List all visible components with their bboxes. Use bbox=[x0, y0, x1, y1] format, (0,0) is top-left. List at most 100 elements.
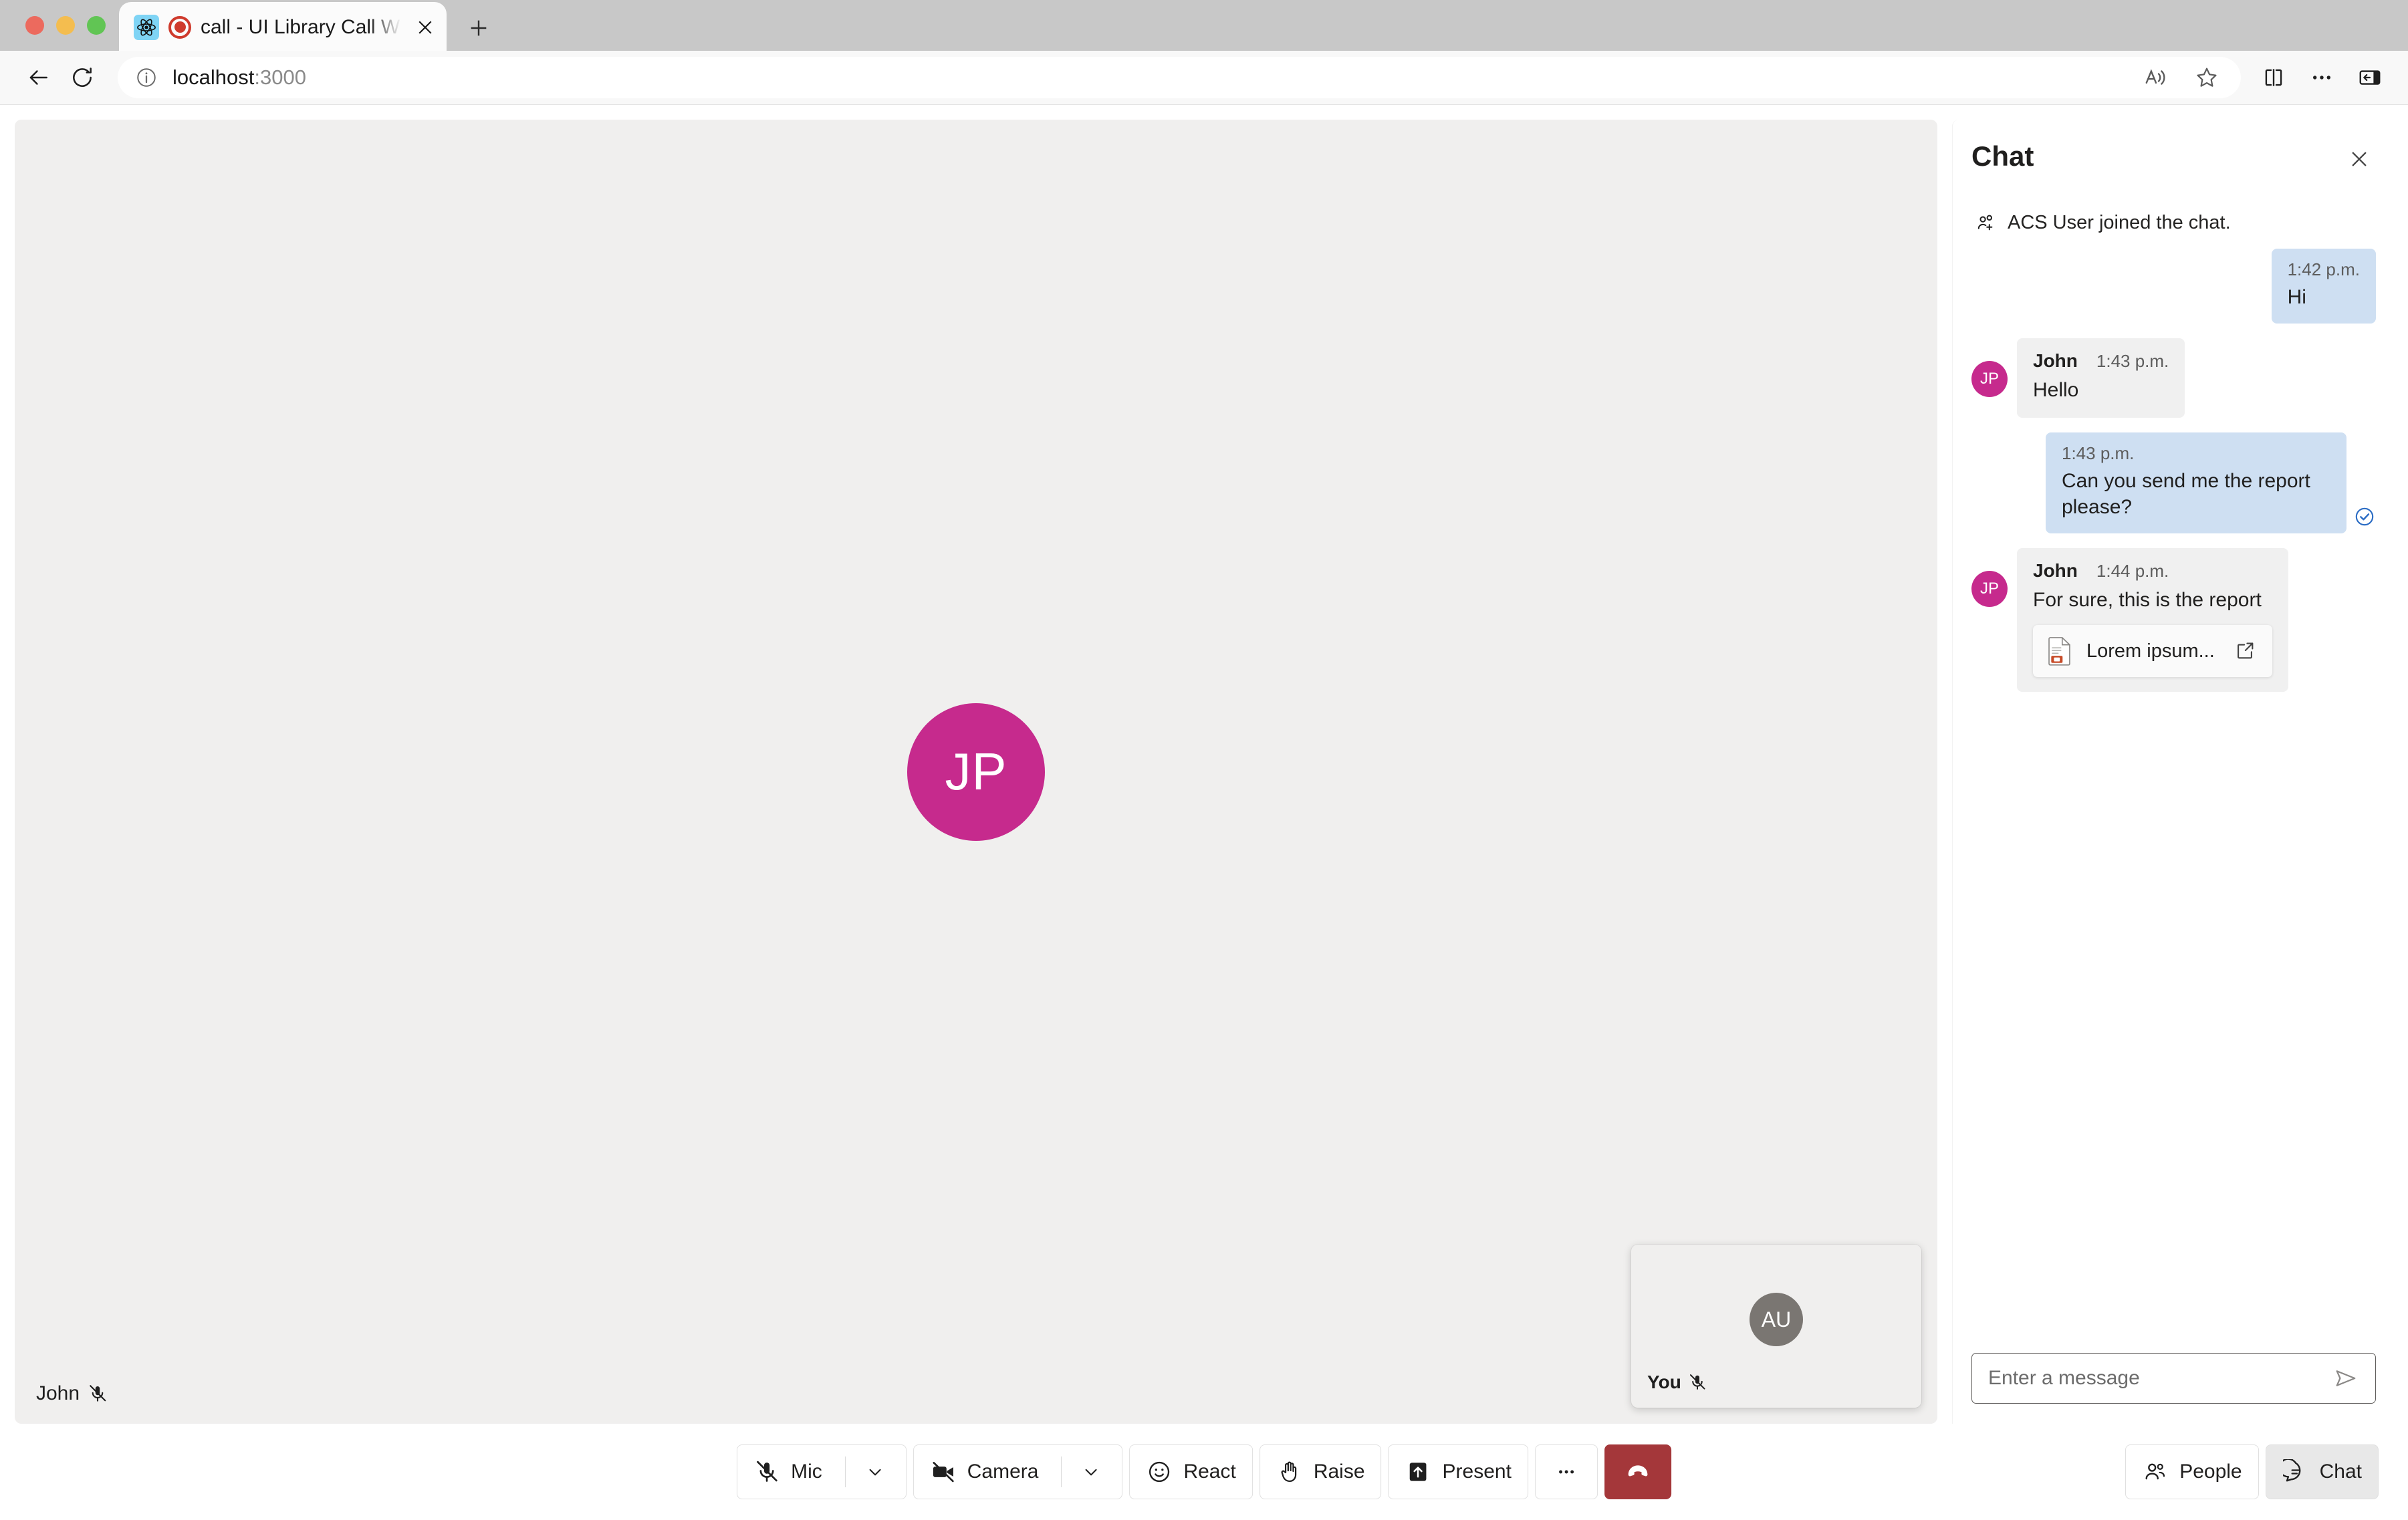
maximize-window-button[interactable] bbox=[87, 16, 106, 35]
react-logo-icon bbox=[134, 14, 159, 40]
local-video-tile[interactable]: AU You bbox=[1631, 1245, 1921, 1408]
tab-close-button[interactable] bbox=[410, 13, 440, 42]
reload-icon[interactable] bbox=[62, 57, 103, 98]
recording-icon[interactable] bbox=[168, 15, 191, 39]
video-gallery[interactable]: JP John AU You bbox=[15, 120, 1937, 1424]
message-sender: John bbox=[2033, 350, 2078, 371]
url-port: :3000 bbox=[254, 66, 306, 89]
attachment-file-name: Lorem ipsum... bbox=[2086, 640, 2215, 662]
close-icon[interactable] bbox=[2342, 142, 2376, 176]
message-input-container[interactable] bbox=[1971, 1353, 2376, 1404]
mic-off-icon bbox=[88, 1384, 108, 1404]
raise-hand-button-label: Raise bbox=[1313, 1461, 1365, 1483]
end-call-icon bbox=[1624, 1459, 1651, 1485]
more-horizontal-icon bbox=[1553, 1459, 1580, 1485]
message-bubble: 1:43 p.m. Can you send me the report ple… bbox=[2046, 432, 2346, 533]
split-screen-icon[interactable] bbox=[2253, 57, 2294, 98]
app-body: JP John AU You Chat ACS User joined the … bbox=[15, 120, 2393, 1424]
emoji-smile-icon bbox=[1146, 1459, 1173, 1485]
react-button[interactable]: React bbox=[1129, 1444, 1253, 1499]
raise-hand-icon bbox=[1276, 1459, 1303, 1485]
browser-toolbar: localhost:3000 bbox=[0, 51, 2408, 104]
remote-participant-label: John bbox=[29, 1378, 114, 1409]
chat-panel: Chat ACS User joined the chat. 1:42 p.m.… bbox=[1952, 120, 2393, 1424]
browser-window: call - UI Library Call With C bbox=[0, 0, 2408, 1520]
react-button-label: React bbox=[1183, 1461, 1236, 1483]
message-timestamp: 1:44 p.m. bbox=[2096, 561, 2169, 581]
call-controls-right: People Chat bbox=[2125, 1444, 2379, 1499]
mic-off-icon bbox=[753, 1459, 780, 1485]
message-text: Hi bbox=[2287, 286, 2306, 308]
address-bar-url: localhost:3000 bbox=[172, 66, 2121, 90]
minimize-window-button[interactable] bbox=[56, 16, 75, 35]
more-options-button[interactable] bbox=[1534, 1444, 1598, 1499]
message-input[interactable] bbox=[1988, 1367, 2324, 1390]
back-arrow-icon[interactable] bbox=[17, 57, 59, 98]
mic-off-icon bbox=[1688, 1373, 1707, 1392]
present-button-label: Present bbox=[1442, 1461, 1512, 1483]
mic-button[interactable]: Mic bbox=[737, 1444, 907, 1499]
favorite-star-icon[interactable] bbox=[2186, 57, 2228, 98]
close-window-button[interactable] bbox=[25, 16, 44, 35]
address-bar[interactable]: localhost:3000 bbox=[118, 57, 2241, 98]
avatar: JP bbox=[1971, 571, 2008, 607]
chat-button[interactable]: Chat bbox=[2265, 1444, 2379, 1499]
people-button[interactable]: People bbox=[2125, 1444, 2259, 1499]
present-button[interactable]: Present bbox=[1388, 1444, 1528, 1499]
message-meta: John 1:44 p.m. bbox=[2033, 560, 2272, 582]
remote-participant-avatar: JP bbox=[907, 703, 1045, 841]
read-aloud-icon[interactable] bbox=[2135, 57, 2177, 98]
camera-button-label: Camera bbox=[967, 1461, 1039, 1483]
message-text: For sure, this is the report bbox=[2033, 589, 2262, 611]
chat-panel-footer bbox=[1953, 1342, 2393, 1424]
camera-off-icon bbox=[930, 1459, 957, 1485]
browser-titlebar: call - UI Library Call With C bbox=[0, 0, 2408, 52]
window-traffic-lights bbox=[25, 16, 106, 35]
chat-message-list[interactable]: ACS User joined the chat. 1:42 p.m. Hi J… bbox=[1953, 180, 2393, 1342]
toolbar-right-actions bbox=[2253, 57, 2391, 98]
browser-tab[interactable]: call - UI Library Call With C bbox=[119, 2, 447, 52]
mic-button-label: Mic bbox=[791, 1461, 822, 1483]
avatar: JP bbox=[1971, 361, 2008, 397]
person-add-icon bbox=[1975, 213, 1997, 234]
local-participant-label: You bbox=[1647, 1372, 1707, 1393]
open-external-icon[interactable] bbox=[2234, 639, 2258, 663]
chat-message-remote: JP John 1:43 p.m. Hello bbox=[1971, 338, 2376, 418]
end-call-button[interactable] bbox=[1604, 1444, 1671, 1499]
chat-system-message: ACS User joined the chat. bbox=[1975, 212, 2376, 234]
call-controls-center: Mic Camera React Raise Present bbox=[737, 1444, 1671, 1499]
checkmark-circle-icon bbox=[2353, 505, 2376, 528]
tab-title: call - UI Library Call With C bbox=[201, 15, 401, 38]
local-participant-name: You bbox=[1647, 1372, 1681, 1392]
message-bubble: 1:42 p.m. Hi bbox=[2271, 249, 2376, 324]
divider bbox=[844, 1456, 846, 1487]
message-bubble: John 1:43 p.m. Hello bbox=[2017, 338, 2185, 418]
site-info-icon[interactable] bbox=[135, 66, 158, 89]
chevron-down-icon[interactable] bbox=[860, 1462, 890, 1482]
message-text: Can you send me the report please? bbox=[2062, 470, 2310, 518]
call-controls-bar: Mic Camera React Raise Present People Ch… bbox=[15, 1424, 2393, 1520]
message-timestamp: 1:42 p.m. bbox=[2287, 259, 2360, 279]
powerpoint-file-icon bbox=[2048, 636, 2073, 666]
new-tab-button[interactable] bbox=[461, 11, 496, 45]
chat-message-remote: JP John 1:44 p.m. For sure, this is the … bbox=[1971, 548, 2376, 692]
local-participant-avatar: AU bbox=[1750, 1293, 1803, 1347]
chat-message-local: 1:43 p.m. Can you send me the report ple… bbox=[1971, 432, 2376, 533]
chat-bubble-icon bbox=[2282, 1459, 2309, 1485]
calling-app: JP John AU You Chat ACS User joined the … bbox=[0, 105, 2408, 1520]
chevron-down-icon[interactable] bbox=[1076, 1462, 1106, 1482]
message-timestamp: 1:43 p.m. bbox=[2062, 443, 2135, 463]
page-viewport: JP John AU You Chat ACS User joined the … bbox=[0, 104, 2408, 1520]
more-options-icon[interactable] bbox=[2301, 57, 2342, 98]
chat-panel-header: Chat bbox=[1953, 120, 2393, 180]
share-screen-icon bbox=[1405, 1459, 1432, 1485]
message-meta: John 1:43 p.m. bbox=[2033, 350, 2169, 372]
chat-panel-title: Chat bbox=[1971, 140, 2034, 172]
divider bbox=[1061, 1456, 1062, 1487]
camera-button[interactable]: Camera bbox=[913, 1444, 1123, 1499]
raise-hand-button[interactable]: Raise bbox=[1259, 1444, 1382, 1499]
send-icon[interactable] bbox=[2331, 1364, 2361, 1393]
chat-system-message-text: ACS User joined the chat. bbox=[2008, 212, 2231, 233]
collections-icon[interactable] bbox=[2349, 57, 2391, 98]
message-attachment-card[interactable]: Lorem ipsum... bbox=[2033, 625, 2272, 677]
